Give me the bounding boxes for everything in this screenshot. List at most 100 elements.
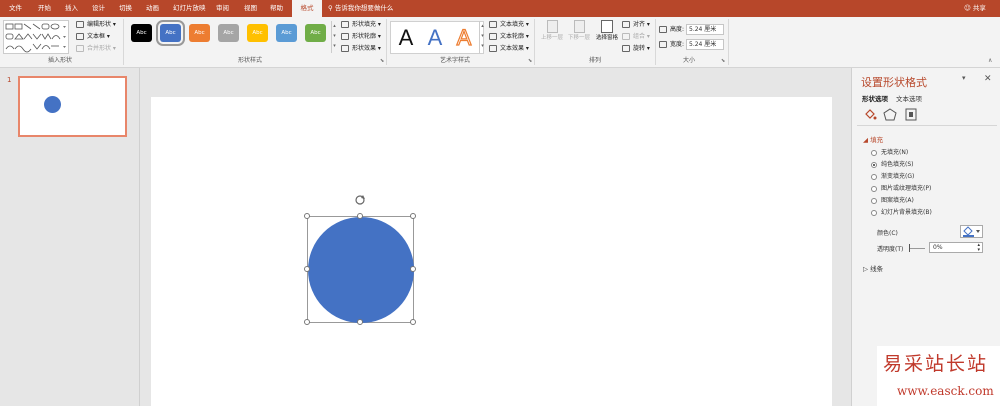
resize-handle-nw[interactable] [304,213,310,219]
merge-shapes-icon [76,45,84,52]
close-icon[interactable]: ✕ [984,74,992,84]
share-label: 共享 [972,4,986,12]
resize-handle-ne[interactable] [410,213,416,219]
watermark-text: 易采站长站 [883,353,989,375]
share-button[interactable]: ☺ 共享 [964,0,986,17]
rotate-handle-icon[interactable] [354,194,366,206]
radio-gradient-fill[interactable]: 渐变填充(G) [871,172,914,182]
shape-effects-icon [341,45,349,52]
shape-style-orange[interactable]: Abc [189,24,210,42]
bring-forward-button[interactable]: 上移一层 [540,20,564,41]
fill-section-header[interactable]: ◢ 填充 [863,134,883,144]
rotate-button[interactable]: 旋转 ▾ [622,43,650,54]
shape-effects-button[interactable]: 形状效果 ▾ [341,43,381,54]
text-outline-button[interactable]: 文本轮廓 ▾ [489,31,529,42]
radio-icon [871,150,877,156]
resize-handle-w[interactable] [304,266,310,272]
radio-no-fill[interactable]: 无填充(N) [871,148,908,158]
tab-file[interactable]: 文件 [5,0,26,17]
tab-design[interactable]: 设计 [88,0,109,17]
tab-shape-options[interactable]: 形状选项 [862,93,888,103]
radio-solid-fill[interactable]: 纯色填充(S) [871,160,914,170]
shape-style-gold[interactable]: Abc [247,24,268,42]
tab-transitions[interactable]: 切换 [115,0,136,17]
shape-style-blue[interactable]: Abc [156,20,185,46]
pane-options-icon[interactable]: ▾ [962,74,966,82]
height-input[interactable]: 5.24 厘米 [686,24,724,35]
resize-handle-se[interactable] [410,319,416,325]
resize-handle-sw[interactable] [304,319,310,325]
ribbon-separator [728,19,729,65]
shape-styles-scroll[interactable]: ▴ ▾ ▾ [331,21,337,53]
text-fill-button[interactable]: 文本填充 ▾ [489,19,529,30]
resize-handle-n[interactable] [357,213,363,219]
radio-icon [871,210,877,216]
shapes-gallery[interactable] [3,20,69,54]
radio-pattern-fill[interactable]: 图案填充(A) [871,196,914,206]
merge-shapes-button[interactable]: 合并形状 ▾ [76,43,116,54]
shape-style-lightblue[interactable]: Abc [276,24,297,42]
line-section-label: 线条 [870,265,884,273]
radio-icon [871,174,877,180]
wordart-gallery[interactable]: A A A [390,21,484,54]
color-picker-button[interactable] [960,225,983,238]
tab-review[interactable]: 审阅 [212,0,233,17]
slide-canvas[interactable] [151,97,832,406]
selection-pane-icon [601,20,613,33]
wordart-style-black[interactable]: A [393,25,419,51]
ribbon: 编辑形状 ▾ 文本框 ▾ 合并形状 ▾ 插入形状 Abc Abc Abc Abc… [0,17,1000,68]
dialog-launcher-icon[interactable]: ⬊ [528,58,532,64]
transparency-slider[interactable] [909,248,925,249]
shape-style-green[interactable]: Abc [305,24,326,42]
dialog-launcher-icon[interactable]: ⬊ [380,58,384,64]
shape-style-black[interactable]: Abc [131,24,152,42]
shape-fill-button[interactable]: 形状填充 ▾ [341,19,381,30]
shape-outline-button[interactable]: 形状轮廓 ▾ [341,31,381,42]
transparency-label: 透明度(T) [877,246,904,253]
tab-format[interactable]: 格式 [292,0,322,17]
line-section-header[interactable]: ▷ 线条 [863,263,883,273]
collapse-ribbon-icon[interactable]: ∧ [988,57,992,64]
transparency-input[interactable]: 0% ▴ ▾ [929,242,983,253]
fill-line-icon[interactable] [863,108,877,121]
slide-thumbnail[interactable] [18,76,127,137]
wordart-style-blue[interactable]: A [422,25,448,51]
shapes-gallery-icons [5,23,66,53]
radio-background-fill[interactable]: 幻灯片背景填充(B) [871,208,932,218]
width-label: 宽度: [670,41,685,48]
tell-me-search[interactable]: ⚲ 告诉我你想要做什么 [328,0,393,17]
group-label-shape-styles: 形状样式 [237,57,262,64]
circle-shape[interactable] [308,217,414,323]
bring-forward-label: 上移一层 [540,35,563,41]
tab-animations[interactable]: 动画 [142,0,163,17]
effects-pentagon-icon[interactable] [883,108,897,121]
tab-slideshow[interactable]: 幻灯片放映 [169,0,210,17]
resize-handle-s[interactable] [357,319,363,325]
group-button[interactable]: 组合 ▾ [622,31,650,42]
transparency-slider-thumb[interactable] [909,244,910,252]
selection-pane-button[interactable]: 选择窗格 [594,20,620,41]
text-box-button[interactable]: 文本框 ▾ [76,31,110,42]
shape-style-gray[interactable]: Abc [218,24,239,42]
wordart-scroll[interactable]: ▴ ▾ ▾ [479,21,485,53]
size-properties-icon[interactable] [904,108,918,121]
wordart-style-outline[interactable]: A [451,24,477,51]
tab-home[interactable]: 开始 [34,0,55,17]
tab-insert[interactable]: 插入 [61,0,82,17]
send-backward-button[interactable]: 下移一层 [567,20,591,41]
edit-shape-button[interactable]: 编辑形状 ▾ [76,19,116,30]
align-icon [622,21,630,28]
rotate-label: 旋转 [633,45,646,52]
spinner-icon[interactable]: ▴ ▾ [977,243,980,253]
radio-no-fill-label: 无填充(N) [881,149,909,156]
width-input[interactable]: 5.24 厘米 [686,39,724,50]
tab-help[interactable]: 帮助 [266,0,287,17]
radio-picture-fill[interactable]: 图片或纹理填充(P) [871,184,931,194]
tab-text-options[interactable]: 文本选项 [896,93,922,103]
dialog-launcher-icon[interactable]: ⬊ [721,58,725,64]
text-effects-button[interactable]: 文本效果 ▾ [489,43,529,54]
tab-view[interactable]: 视图 [240,0,261,17]
radio-pattern-fill-label: 图案填充(A) [881,197,914,204]
align-button[interactable]: 对齐 ▾ [622,19,650,30]
resize-handle-e[interactable] [410,266,416,272]
